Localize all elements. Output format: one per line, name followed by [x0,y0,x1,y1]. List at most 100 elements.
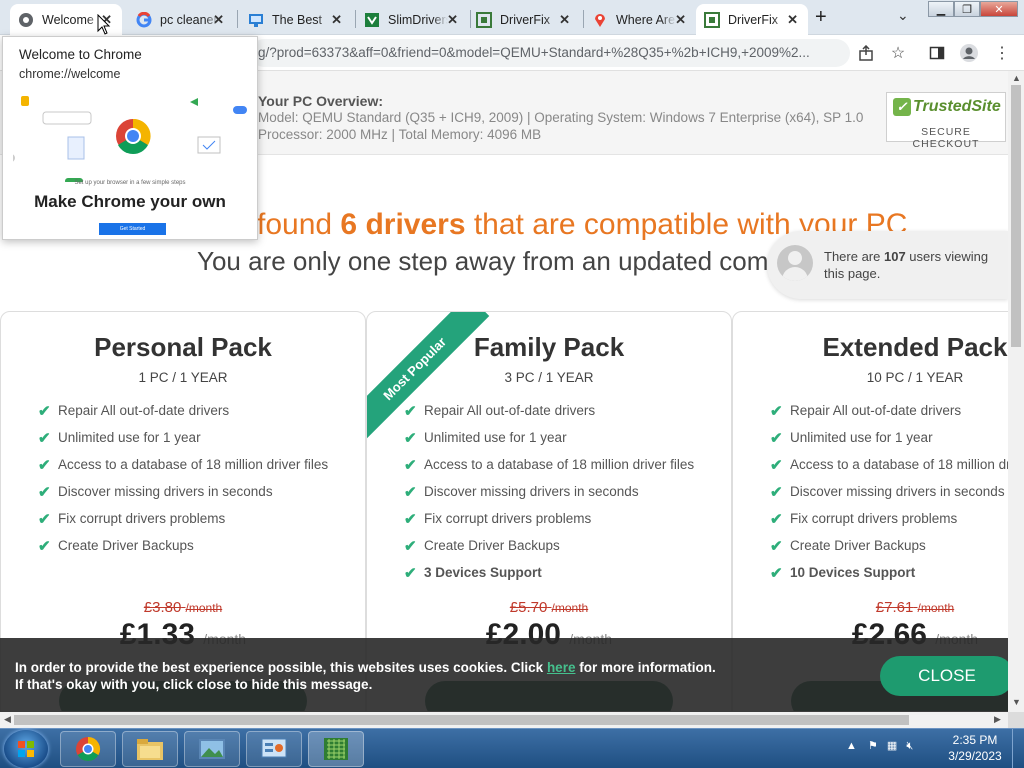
hover-card-heading: Make Chrome your own [34,192,226,211]
feature-item: ✔ Repair All out-of-date drivers [404,402,596,420]
profile-avatar-icon[interactable] [959,43,979,63]
network-icon[interactable]: ▦ [887,740,897,752]
check-icon: ✔ [404,537,417,555]
driverfix-icon [704,11,720,28]
vertical-scrollbar[interactable]: ▲ ▼ [1008,71,1024,712]
check-icon: ✔ [770,429,783,447]
scroll-corner [1008,712,1024,728]
taskbar-driverfix[interactable] [308,731,364,767]
maximize-button[interactable]: ❐ [954,1,980,17]
trusted-name: TrustedSite [913,98,1001,115]
check-icon: ✔ [404,456,417,474]
clock-date: 3/29/2023 [948,749,1002,763]
subheadline: You are only one step away from an updat… [197,246,798,276]
scroll-up-icon[interactable]: ▲ [1012,73,1021,83]
check-icon: ✔ [770,564,783,582]
taskbar-clock[interactable]: 2:35 PM 3/29/2023 [942,732,1008,764]
feature-item: ✔Access to a database of 18 million driv… [770,456,1008,474]
scroll-right-icon[interactable]: ▶ [994,714,1001,725]
new-tab-button[interactable]: + [815,6,827,29]
tab-pc-cleaner[interactable]: pc cleaner ✕ [128,4,234,35]
tab-where-are[interactable]: Where Are ✕ [584,4,696,35]
cookie-close-button[interactable]: CLOSE [880,656,1014,696]
feature-item: ✔ Discover missing drivers in seconds [770,483,1005,501]
check-icon: ✔ [38,483,51,501]
horizontal-scroll-thumb[interactable] [14,715,909,725]
share-icon[interactable] [856,43,876,63]
tab-driverfix-active[interactable]: DriverFix ✕ [696,4,808,35]
trusted-sub: SECURE CHECKOUT [912,126,980,150]
feature-item: ✔ Discover missing drivers in seconds [404,483,639,501]
close-icon[interactable]: ✕ [787,12,798,28]
vertical-scroll-thumb[interactable] [1011,85,1021,347]
tab-title: pc cleaner [160,12,218,27]
close-icon[interactable]: ✕ [675,12,686,28]
plan-name: Family Pack [473,332,625,362]
menu-kebab-icon[interactable]: ⋮ [992,43,1012,63]
feature-item: ✔Access to a database of 18 million driv… [38,456,329,474]
cookie-text: In order to provide the best experience … [15,660,716,692]
feature-item: ✔ Repair All out-of-date drivers [770,402,962,420]
check-icon: ✔ [404,483,417,501]
tab-driverfix[interactable]: DriverFix ✕ [468,4,580,35]
taskbar-explorer[interactable] [122,731,178,767]
tab-title: DriverFix [728,12,778,27]
feature-item: ✔ Create Driver Backups [38,537,194,555]
check-icon: ✔ [770,483,783,501]
plan-name: Extended Pack [822,332,1008,362]
tab-title: SlimDrivers [388,12,448,27]
plan-term: 10 PC / 1 YEAR [866,370,964,385]
system-tray: ▲ ⚑ ▦ 🔇︎ [846,739,913,753]
trustedsite-badge[interactable]: ✓ TrustedSite SECURE CHECKOUT [886,92,1006,150]
scroll-down-icon[interactable]: ▼ [1012,697,1021,707]
volume-muted-icon[interactable]: 🔇︎ [906,740,913,752]
close-icon[interactable]: ✕ [447,12,458,28]
windows-logo-icon [18,741,34,757]
feature-item: ✔ Create Driver Backups [404,537,560,555]
hover-card-url: chrome://welcome [19,67,121,81]
feature-item: ✔ Unlimited use for 1 year [404,429,567,447]
taskbar-chrome[interactable] [60,731,116,767]
chevron-down-icon[interactable]: ⌄ [897,7,909,24]
check-icon: ✔ [404,429,417,447]
check-icon: ✔ [770,402,783,420]
chrome-welcome-icon [18,12,34,28]
control-panel-icon [261,738,287,758]
tab-the-best[interactable]: The Best ✕ [240,4,352,35]
taskbar-control-panel[interactable] [246,731,302,767]
feature-item: ✔ Fix corrupt drivers problems [38,510,226,528]
cookie-info-link[interactable]: here [547,660,576,675]
close-window-button[interactable]: ✕ [980,1,1018,17]
tray-expand-icon[interactable]: ▲ [846,740,857,752]
viewers-notice: There are 107 users viewing this page. [767,231,1008,299]
address-bar[interactable]: g/?prod=63373&aff=0&friend=0&model=QEMU+… [250,39,850,67]
tab-slimdrivers[interactable]: SlimDrivers ✕ [356,4,468,35]
driverfix-icon [476,11,492,28]
hover-card-title: Welcome to Chrome [19,47,142,62]
check-icon: ✔ [404,564,417,582]
bookmark-star-icon[interactable]: ☆ [888,43,908,63]
scroll-left-icon[interactable]: ◀ [4,714,11,725]
overview-processor: Processor: 2000 MHz | Total Memory: 4096… [258,127,542,142]
taskbar-picture-viewer[interactable] [184,731,240,767]
cookie-banner: In order to provide the best experience … [0,638,1014,712]
chrome-icon [76,737,101,762]
close-icon[interactable]: ✕ [331,12,342,28]
horizontal-scrollbar[interactable]: ◀ ▶ [0,712,1008,728]
feature-list: ✔ Repair All out-of-date drivers ✔ Unlimit… [404,397,731,586]
old-price: £5.70 /month [509,599,589,616]
feature-item: ✔Access to a database of 18 million driv… [404,456,695,474]
show-desktop-button[interactable] [1012,729,1024,768]
monitor-icon [248,12,264,28]
action-center-icon[interactable]: ⚑ [868,740,878,752]
close-icon[interactable]: ✕ [213,12,224,28]
check-icon: ✔ [38,429,51,447]
plan-term: 3 PC / 1 YEAR [504,370,594,385]
feature-item: ✔ 3 Devices Support [404,564,542,582]
check-icon: ✔ [38,456,51,474]
minimize-button[interactable]: ▁ [928,1,954,17]
side-panel-icon[interactable] [927,43,947,63]
start-button[interactable] [4,730,48,768]
check-icon: ✔ [770,510,783,528]
close-icon[interactable]: ✕ [559,12,570,28]
